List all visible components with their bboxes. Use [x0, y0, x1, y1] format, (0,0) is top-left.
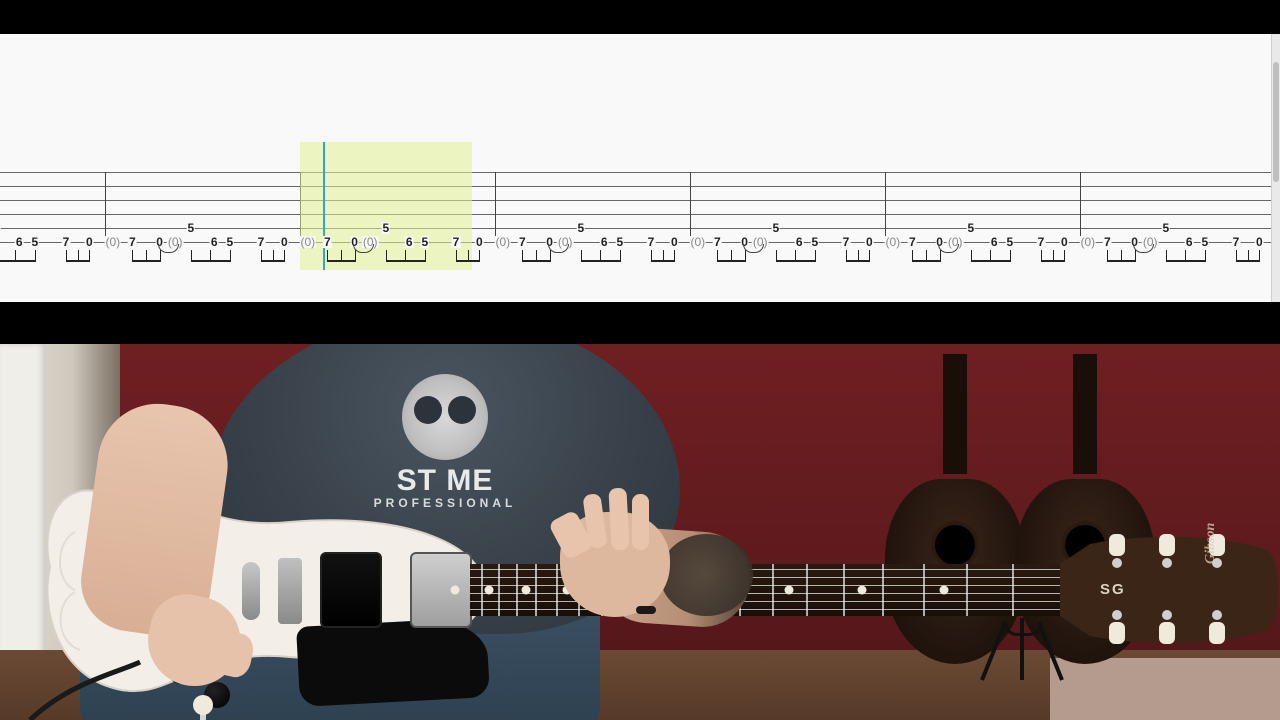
pickguard — [296, 617, 490, 707]
tuner-6 — [1206, 612, 1228, 642]
finger-3 — [632, 494, 649, 550]
bridge — [278, 558, 302, 624]
brand-logo: Gibson — [1204, 523, 1218, 564]
letterbox-mid — [0, 302, 1280, 344]
bridge-pickup — [320, 552, 382, 628]
model-label: SG — [1100, 582, 1126, 597]
string-1 — [0, 172, 1272, 173]
guitar-strings — [470, 564, 1060, 616]
finger-2 — [608, 488, 629, 551]
tuner-5 — [1156, 612, 1178, 642]
headstock — [1060, 536, 1280, 644]
string-2 — [0, 186, 1272, 187]
tuner-4 — [1106, 612, 1128, 642]
tuner-2 — [1156, 536, 1178, 566]
tab-inner: 570(0)56570(0)70(0)56570(0)70(0)56570(0)… — [0, 34, 1272, 302]
tab-panel: 570(0)56570(0)70(0)56570(0)70(0)56570(0)… — [0, 34, 1280, 302]
vertical-scrollbar[interactable] — [1271, 34, 1280, 302]
video-panel: ST ME PROFESSIONAL — [0, 344, 1280, 720]
string-4 — [0, 214, 1272, 215]
pickup-toggle — [200, 702, 206, 720]
cat-icon — [402, 374, 488, 460]
guitar-cable — [30, 662, 150, 720]
tuner-1 — [1106, 536, 1128, 566]
tailpiece — [242, 562, 260, 620]
letterbox-top — [0, 0, 1280, 34]
ring — [636, 606, 656, 614]
scrollbar-thumb[interactable] — [1273, 62, 1279, 182]
rhythm-stems — [0, 250, 1272, 268]
string-3 — [0, 200, 1272, 201]
neck-pickup — [410, 552, 472, 628]
forearm-tattoo — [660, 534, 753, 616]
